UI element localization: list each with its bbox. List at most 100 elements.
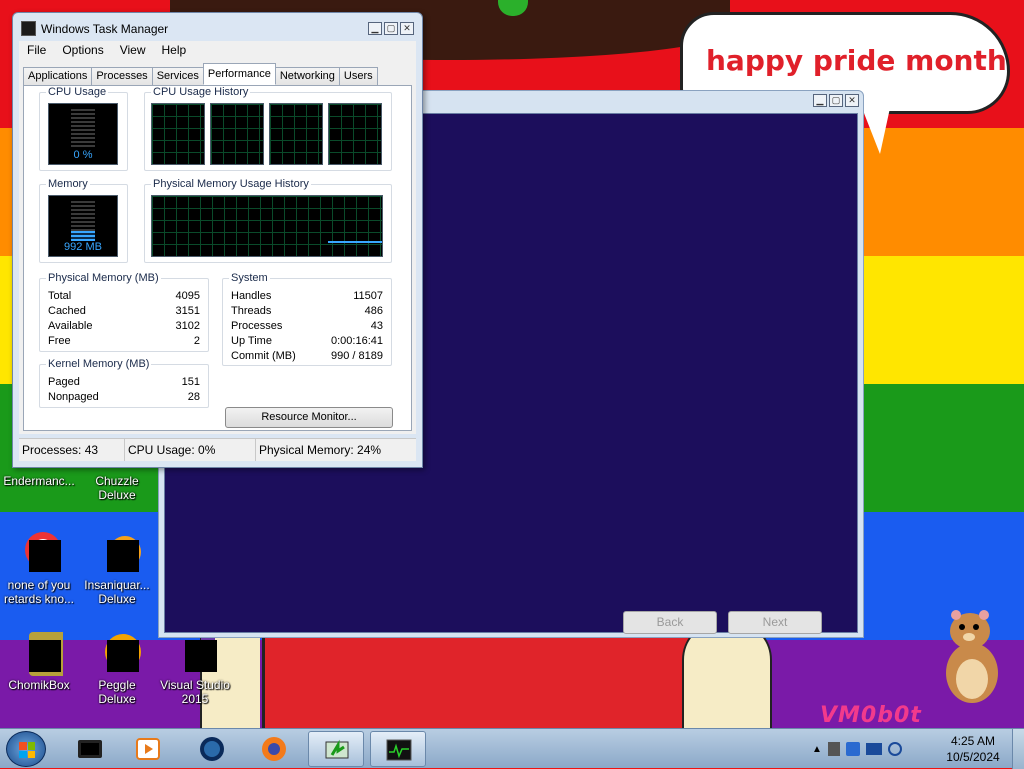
stat-value: 0:00:16:41 [331,335,383,347]
desktop-icon-peggle[interactable]: Peggle Deluxe [78,628,156,706]
tab-processes[interactable]: Processes [91,67,153,85]
tray-volume-icon[interactable] [887,742,902,756]
status-processes: Processes: 43 [19,439,125,461]
cpu-history-graph-core-3 [269,103,323,165]
physical-memory-title: Physical Memory (MB) [46,272,161,284]
taskbar-installer[interactable] [308,731,364,767]
maximize-icon[interactable]: ▢ [829,94,843,107]
status-cpu: CPU Usage: 0% [125,439,256,461]
memory-history-line [328,241,382,243]
stat-label: Total [48,290,72,302]
menu-options[interactable]: Options [54,41,111,61]
desktop-icon-insaniquarium[interactable]: Insaniquar... Deluxe [78,528,156,606]
taskbar-task-manager[interactable] [370,731,426,767]
desktop-icon-label: Visual Studio 2015 [160,678,230,706]
app-icon [15,628,75,676]
performance-page: CPU Usage 0 % CPU Usage History Memory 9… [23,85,412,431]
taskbar-media-player[interactable] [120,731,176,767]
memory-history-graph [151,195,383,257]
desktop-icon-none-of-you[interactable]: none of you retards kno... [0,528,78,606]
tab-applications[interactable]: Applications [23,67,93,85]
tray-flag-icon[interactable] [845,742,860,756]
window-title: Windows Task Manager [41,21,169,36]
cpu-history-group: CPU Usage History [144,86,392,171]
stat-label: Up Time [231,335,272,347]
memory-history-label: Physical Memory Usage History [151,178,311,190]
stat-value: 3102 [175,320,200,332]
system-group: System Handles 11507 Threads 486 Processes… [222,272,392,366]
taskbar-terminal[interactable] [62,731,118,767]
system-table: Handles 11507 Threads 486 Processes 43 Up T… [231,289,383,363]
start-button[interactable] [6,731,46,767]
tab-services[interactable]: Services [151,67,204,85]
hamster-icon [946,610,998,703]
minimize-icon[interactable]: ▁ [813,94,827,107]
back-button[interactable]: Back [623,611,717,634]
menu-view[interactable]: View [112,41,154,61]
next-button[interactable]: Next [728,611,822,634]
cpu-history-graph-core-1 [151,103,205,165]
memory-gauge: 992 MB [48,195,118,257]
cpu-usage-label: CPU Usage [46,86,109,98]
system-title: System [229,272,270,284]
kernel-memory-title: Kernel Memory (MB) [46,358,152,370]
desktop-icon-label: ChomikBox [8,678,70,692]
kernel-memory-group: Kernel Memory (MB) Paged 151 Nonpaged 28 [39,358,209,408]
task-manager-icon [21,21,36,36]
physical-memory-table: Total 4095 Cached 3151 Available 3102 Free 2 [48,289,200,348]
maximize-icon[interactable]: ▢ [384,22,398,35]
app-icon [93,528,141,576]
stat-label: Paged [48,376,80,388]
clock-date: 10/5/2024 [946,750,1000,764]
installer-icon [325,739,349,759]
menu-help[interactable]: Help [154,41,195,61]
tray-device-icon[interactable] [827,742,840,756]
stat-value: 43 [370,320,383,332]
taskbar-clock[interactable]: 4:25 AM 10/5/2024 [940,733,1006,765]
tab-users[interactable]: Users [338,67,378,85]
cpu-gauge-bars [71,109,95,149]
stat-value: 990 / 8189 [331,350,383,362]
speech-bubble-text: happy pride month [706,44,1007,77]
resource-monitor-button[interactable]: Resource Monitor... [225,407,393,428]
show-desktop-button[interactable] [1012,729,1024,769]
memory-history-group: Physical Memory Usage History [144,178,392,263]
app-icon [15,528,63,576]
stat-value: 3151 [175,305,200,317]
stat-label: Nonpaged [48,391,99,403]
stat-value: 28 [187,391,200,403]
desktop-icon-label: Peggle Deluxe [98,678,136,706]
tab-networking[interactable]: Networking [274,67,340,85]
menu-file[interactable]: File [19,41,54,61]
task-manager-window[interactable]: Windows Task Manager ▁ ▢ ✕ File Options … [12,12,423,468]
windows-logo-icon [19,742,35,758]
media-player-icon [136,738,160,760]
tray-overflow-icon[interactable]: ▲ [812,744,822,755]
cpu-history-graph-core-4 [328,103,382,165]
task-manager-icon [386,739,412,761]
stat-label: Available [48,320,93,332]
tray-network-icon[interactable] [865,743,882,755]
memory-group: Memory 992 MB [39,178,128,263]
physical-memory-group: Physical Memory (MB) Total 4095 Cached 315… [39,272,209,352]
stat-label: Free [48,335,71,347]
status-bar: Processes: 43 CPU Usage: 0% Physical Mem… [19,438,416,461]
stat-label: Cached [48,305,86,317]
desktop-icon-chomikbox[interactable]: ChomikBox [0,628,78,692]
stat-value: 151 [181,376,200,388]
taskbar-browser-globe[interactable] [184,731,240,767]
taskbar-firefox[interactable] [246,731,302,767]
desktop-icon-label: none of you retards kno... [3,578,75,606]
menu-bar: File Options View Help [19,41,416,61]
desktop-icon-visual-studio[interactable]: Visual Studio 2015 [156,628,234,706]
app-icon [93,628,141,676]
stat-value: 486 [364,305,383,317]
cpu-usage-value: 0 % [73,149,93,161]
close-icon[interactable]: ✕ [400,22,414,35]
tab-performance[interactable]: Performance [202,63,276,85]
kernel-memory-table: Paged 151 Nonpaged 28 [48,375,200,404]
minimize-icon[interactable]: ▁ [368,22,382,35]
stat-label: Handles [231,290,272,302]
close-icon[interactable]: ✕ [845,94,859,107]
stat-value: 11507 [353,290,383,302]
